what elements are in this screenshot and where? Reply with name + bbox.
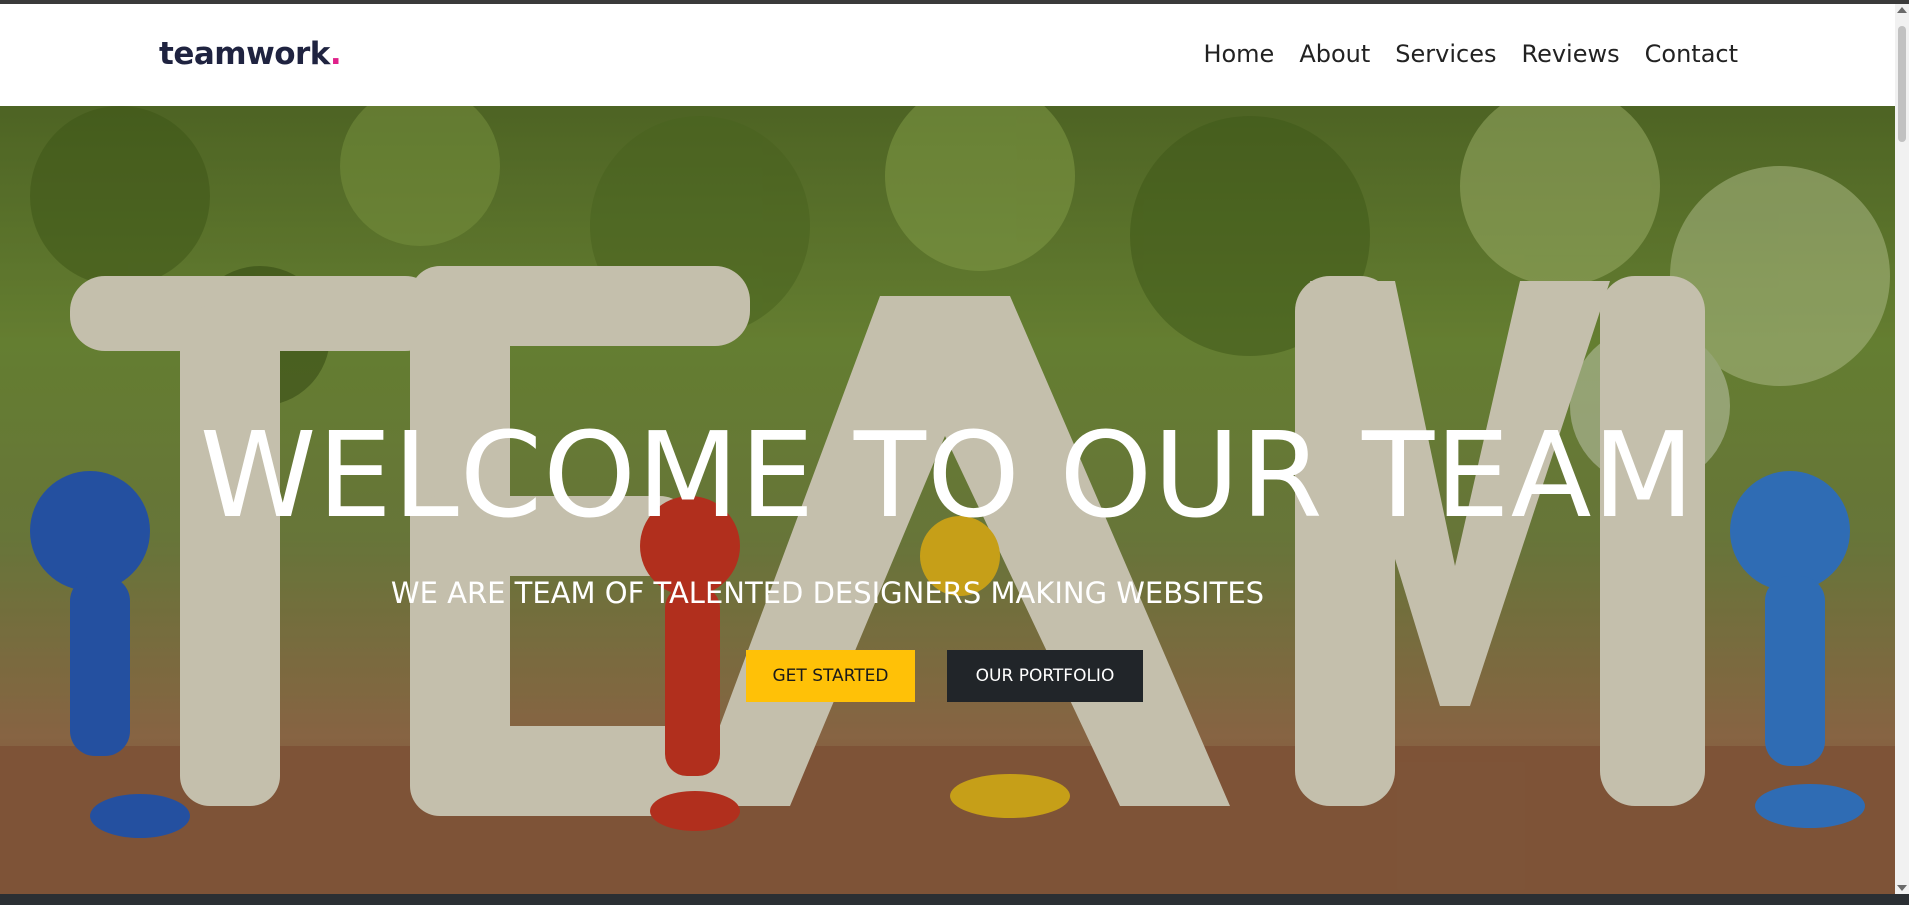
scroll-thumb[interactable] [1898,26,1906,142]
nav-reviews[interactable]: Reviews [1521,40,1619,68]
vertical-scrollbar[interactable] [1895,4,1909,894]
hero-section: WELCOME TO OUR TEAM WE ARE TEAM OF TALEN… [0,106,1895,894]
scroll-up-arrow-icon[interactable] [1897,7,1907,13]
hero-subtitle: WE ARE TEAM OF TALENTED DESIGNERS MAKING… [390,576,1265,610]
our-portfolio-button[interactable]: OUR PORTFOLIO [947,650,1143,702]
get-started-button[interactable]: GET STARTED [746,650,915,702]
brand-logo[interactable]: teamwork. [159,36,342,72]
browser-bottom-bar [0,894,1909,905]
brand-dot: . [329,36,342,72]
nav-home[interactable]: Home [1203,40,1274,68]
scroll-down-arrow-icon[interactable] [1897,885,1907,891]
navbar: teamwork. Home About Services Reviews Co… [0,4,1895,106]
nav-about[interactable]: About [1299,40,1370,68]
hero-title: WELCOME TO OUR TEAM [199,406,1696,544]
nav-services[interactable]: Services [1395,40,1496,68]
brand-name: teamwork [159,36,330,72]
nav-contact[interactable]: Contact [1645,40,1738,68]
main-nav: Home About Services Reviews Contact [1203,40,1738,68]
